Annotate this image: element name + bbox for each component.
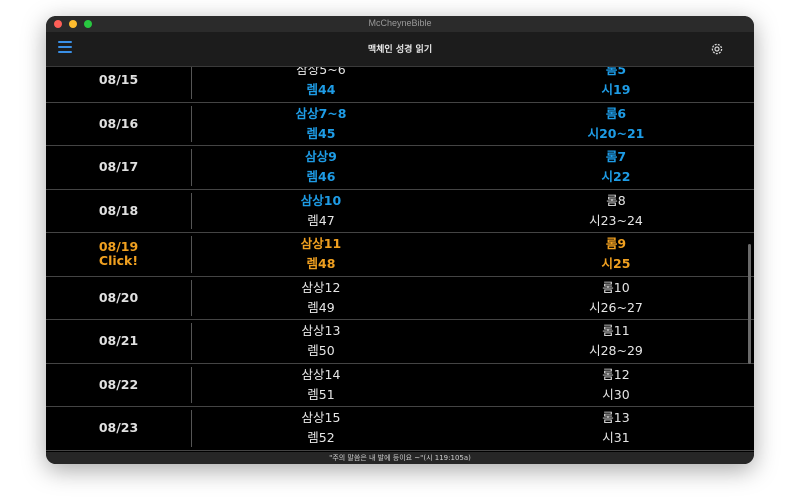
passage-p3[interactable]: 롬7 xyxy=(516,149,716,165)
date-cell[interactable]: 08/15 xyxy=(46,67,191,102)
date-cell[interactable]: 08/23 xyxy=(46,407,191,450)
passage-p2[interactable]: 렘45 xyxy=(221,126,421,142)
date-cell[interactable]: 08/20 xyxy=(46,277,191,320)
window-title: McCheyneBible xyxy=(368,18,432,28)
date-cell[interactable]: 08/19 Click! xyxy=(46,233,191,276)
passage-p4[interactable]: 시19 xyxy=(516,82,716,98)
passage-p3[interactable]: 롬11 xyxy=(516,323,716,339)
passage-p2[interactable]: 렘44 xyxy=(221,82,421,98)
passage-p2[interactable]: 렘51 xyxy=(221,387,421,403)
reading-row[interactable]: 08/16 삼상7~8 렘45 롬6 시20~21 xyxy=(46,103,754,146)
footer-verse: "주의 말씀은 내 발에 등이요 ~"(시 119:105a) xyxy=(46,452,754,464)
column-divider xyxy=(191,149,192,186)
date-label: 08/22 xyxy=(98,376,139,392)
passage-p3[interactable]: 롬12 xyxy=(516,367,716,383)
passage-p1[interactable]: 삼상15 xyxy=(221,410,421,426)
reading-list[interactable]: 08/15 삼상5~6 렘44 롬5 시19 08/16 삼상7~8 렘45 롬6 시20~21 0… xyxy=(46,67,754,452)
column-divider xyxy=(191,236,192,273)
reading-row[interactable]: 08/23 삼상15 렘52 롬13 시31 xyxy=(46,407,754,451)
app-window: McCheyneBible 맥체인 성경 읽기 08/15 삼상5~6 렘44 롬5 시… xyxy=(46,16,754,464)
column-divider xyxy=(191,192,192,229)
passage-p4[interactable]: 시20~21 xyxy=(516,126,716,142)
date-cell[interactable]: 08/22 xyxy=(46,364,191,407)
date-label: 08/15 xyxy=(98,72,139,88)
date-cell[interactable]: 08/18 xyxy=(46,190,191,233)
passage-p1[interactable]: 삼상7~8 xyxy=(221,106,421,122)
reading-row[interactable]: 08/21 삼상13 렘50 롬11 시28~29 xyxy=(46,320,754,364)
passage-p2[interactable]: 렘46 xyxy=(221,169,421,185)
date-label: 08/16 xyxy=(98,115,139,131)
reading-row[interactable]: 08/18 삼상10 렘47 롬8 시23~24 xyxy=(46,190,754,233)
reading-row[interactable]: 08/17 삼상9 렘46 롬7 시22 xyxy=(46,146,754,190)
date-cell[interactable]: 08/16 xyxy=(46,103,191,146)
reading-row[interactable]: 08/20 삼상12 렘49 롬10 시26~27 xyxy=(46,277,754,320)
passage-p4[interactable]: 시23~24 xyxy=(516,213,716,229)
passage-p1[interactable]: 삼상13 xyxy=(221,323,421,339)
date-cell[interactable]: 08/21 xyxy=(46,320,191,363)
passage-p2[interactable]: 렘48 xyxy=(221,256,421,272)
passage-p3[interactable]: 롬13 xyxy=(516,410,716,426)
passage-p3[interactable]: 롬10 xyxy=(516,280,716,296)
passage-p1[interactable]: 삼상11 xyxy=(221,236,421,252)
passage-p2[interactable]: 렘52 xyxy=(221,430,421,446)
passage-p4[interactable]: 시30 xyxy=(516,387,716,403)
reading-row[interactable]: 08/15 삼상5~6 렘44 롬5 시19 xyxy=(46,67,754,103)
passage-p3[interactable]: 롬9 xyxy=(516,236,716,252)
column-divider xyxy=(191,105,192,142)
date-label: 08/23 xyxy=(98,420,139,436)
date-label: 08/21 xyxy=(98,333,139,349)
scrollbar-thumb[interactable] xyxy=(748,244,751,364)
gear-icon[interactable] xyxy=(710,41,724,55)
passage-p2[interactable]: 렘49 xyxy=(221,300,421,316)
title-bar: McCheyneBible xyxy=(46,16,754,32)
passage-p1[interactable]: 삼상5~6 xyxy=(221,67,421,78)
date-cell[interactable]: 08/17 xyxy=(46,146,191,189)
passage-p4[interactable]: 시26~27 xyxy=(516,300,716,316)
passage-p4[interactable]: 시28~29 xyxy=(516,343,716,359)
passage-p2[interactable]: 렘50 xyxy=(221,343,421,359)
column-divider xyxy=(191,366,192,403)
passage-p4[interactable]: 시31 xyxy=(516,430,716,446)
passage-p1[interactable]: 삼상10 xyxy=(221,193,421,209)
passage-p4[interactable]: 시25 xyxy=(516,256,716,272)
date-label: 08/19 xyxy=(98,239,139,255)
passage-p4[interactable]: 시22 xyxy=(516,169,716,185)
date-label: 08/17 xyxy=(98,159,139,175)
passage-p3[interactable]: 롬8 xyxy=(516,193,716,209)
passage-p1[interactable]: 삼상9 xyxy=(221,149,421,165)
column-divider xyxy=(191,279,192,316)
passage-p3[interactable]: 롬5 xyxy=(516,67,716,78)
page-title: 맥체인 성경 읽기 xyxy=(367,45,433,55)
column-divider xyxy=(191,67,192,99)
passage-p3[interactable]: 롬6 xyxy=(516,106,716,122)
passage-p2[interactable]: 렘47 xyxy=(221,213,421,229)
passage-p1[interactable]: 삼상14 xyxy=(221,367,421,383)
nav-bar: 맥체인 성경 읽기 xyxy=(46,32,754,67)
reading-row[interactable]: 08/19 Click! 삼상11 렘48 롬9 시25 xyxy=(46,233,754,277)
date-label: 08/18 xyxy=(98,202,139,218)
reading-row[interactable]: 08/22 삼상14 렘51 롬12 시30 xyxy=(46,364,754,407)
date-label: 08/20 xyxy=(98,289,139,305)
column-divider xyxy=(191,410,192,447)
column-divider xyxy=(191,323,192,360)
passage-p1[interactable]: 삼상12 xyxy=(221,280,421,296)
click-hint[interactable]: Click! xyxy=(99,254,138,268)
